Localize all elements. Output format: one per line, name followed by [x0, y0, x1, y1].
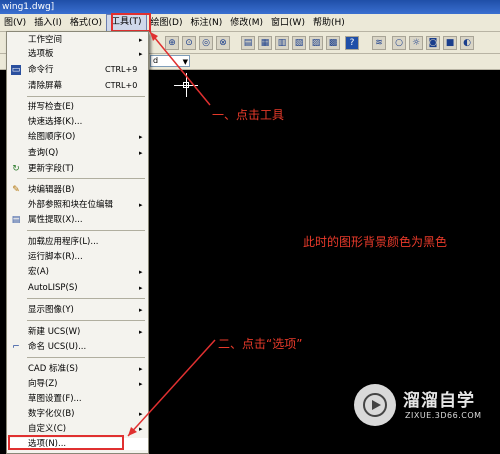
sheet-set-icon[interactable]: ▧: [292, 36, 306, 50]
tool-palette-icon[interactable]: ▥: [275, 36, 289, 50]
style-combo[interactable]: d ▼: [150, 55, 190, 67]
markup-icon[interactable]: ▨: [309, 36, 323, 50]
annotation-step1: 一、点击工具: [212, 108, 285, 122]
attribute-extract-icon: ▤: [11, 215, 21, 225]
menu-modify[interactable]: 修改(M): [226, 15, 267, 31]
menu-item-macro[interactable]: 宏(A) ▸: [7, 266, 148, 278]
menu-item-xref-edit[interactable]: 外部参照和块在位编辑 ▸: [7, 199, 148, 211]
menu-separator: [27, 178, 145, 179]
zoom-icon[interactable]: ⊕: [165, 36, 179, 50]
menu-item-drafting-settings[interactable]: 草图设置(F)...: [7, 393, 148, 405]
menu-item-command-line[interactable]: ▭ 命令行 CTRL+9: [7, 64, 148, 76]
menu-bar: 图(V) 插入(I) 格式(O) 工具(T) 绘图(D) 标注(N) 修改(M)…: [0, 13, 500, 32]
layer-manager-icon[interactable]: ≋: [372, 36, 386, 50]
menu-item-clean-screen[interactable]: 清除屏幕 CTRL+0: [7, 80, 148, 92]
properties-icon[interactable]: ▤: [241, 36, 255, 50]
menu-item-update-fields[interactable]: ↻ 更新字段(T): [7, 163, 148, 175]
menu-item-inquiry[interactable]: 查询(Q) ▸: [7, 147, 148, 159]
help-icon[interactable]: ?: [345, 36, 359, 50]
chevron-down-icon: ▼: [182, 58, 188, 66]
submenu-arrow-icon: ▸: [139, 425, 143, 433]
calculator-icon[interactable]: ▩: [326, 36, 340, 50]
watermark-brand: 溜溜自学: [403, 391, 475, 411]
menu-help[interactable]: 帮助(H): [309, 15, 349, 31]
menu-item-display-image[interactable]: 显示图像(Y) ▸: [7, 304, 148, 316]
zoom-previous-icon[interactable]: ◎: [199, 36, 213, 50]
tools-dropdown-menu: 工作空间 ▸ 选项板 ▸ ▭ 命令行 CTRL+9 清除屏幕 CTRL+0 拼写…: [6, 31, 149, 454]
submenu-arrow-icon: ▸: [139, 149, 143, 157]
sun-icon[interactable]: ☼: [409, 36, 423, 50]
menu-item-quick-select[interactable]: 快速选择(K)...: [7, 116, 148, 128]
window-title: wing1.dwg]: [0, 0, 500, 14]
watermark-site: ZIXUE.3D66.COM: [405, 411, 482, 420]
submenu-arrow-icon: ▸: [139, 284, 143, 292]
zoom-realtime-icon[interactable]: ⊗: [216, 36, 230, 50]
color-swatch-icon[interactable]: ■: [443, 36, 457, 50]
annotation-background-note: 此时的图形背景颜色为黑色: [303, 235, 448, 249]
menu-item-new-ucs[interactable]: 新建 UCS(W) ▸: [7, 326, 148, 338]
menu-separator: [27, 230, 145, 231]
menu-item-draw-order[interactable]: 绘图顺序(O) ▸: [7, 131, 148, 143]
menu-item-tablet[interactable]: 数字化仪(B) ▸: [7, 408, 148, 420]
submenu-arrow-icon: ▸: [139, 268, 143, 276]
menu-item-attribute-extract[interactable]: ▤ 属性提取(X)...: [7, 214, 148, 226]
menu-separator: [27, 298, 145, 299]
submenu-arrow-icon: ▸: [139, 410, 143, 418]
layer-state-icon[interactable]: ◐: [460, 36, 474, 50]
submenu-arrow-icon: ▸: [139, 328, 143, 336]
menu-insert[interactable]: 插入(I): [30, 15, 66, 31]
submenu-arrow-icon: ▸: [139, 36, 143, 44]
submenu-arrow-icon: ▸: [139, 365, 143, 373]
menu-view[interactable]: 图(V): [0, 15, 30, 31]
menu-item-options[interactable]: 选项(N)...: [7, 438, 148, 450]
menu-draw[interactable]: 绘图(D): [147, 15, 187, 31]
menu-item-run-script[interactable]: 运行脚本(R)...: [7, 251, 148, 263]
crosshair-pickbox: [183, 82, 189, 88]
menu-item-spell-check[interactable]: 拼写检查(E): [7, 101, 148, 113]
ucs-icon: ⌐: [12, 342, 20, 352]
menu-item-block-editor[interactable]: ✎ 块编辑器(B): [7, 184, 148, 196]
menu-separator: [27, 96, 145, 97]
submenu-arrow-icon: ▸: [139, 380, 143, 388]
menu-format[interactable]: 格式(O): [66, 15, 106, 31]
menu-separator: [27, 357, 145, 358]
submenu-arrow-icon: ▸: [139, 306, 143, 314]
watermark-logo-icon: [354, 384, 396, 426]
submenu-arrow-icon: ▸: [139, 50, 143, 58]
annotation-step2: 二、点击“选项”: [218, 337, 303, 351]
menu-separator: [27, 320, 145, 321]
lightbulb-icon[interactable]: ○: [392, 36, 406, 50]
menu-item-workspaces[interactable]: 工作空间 ▸: [7, 34, 148, 46]
zoom-window-icon[interactable]: ⊙: [182, 36, 196, 50]
submenu-arrow-icon: ▸: [139, 201, 143, 209]
menu-item-load-application[interactable]: 加载应用程序(L)...: [7, 236, 148, 248]
menu-window[interactable]: 窗口(W): [267, 15, 309, 31]
menu-tools[interactable]: 工具(T): [105, 13, 147, 32]
design-center-icon[interactable]: ▦: [258, 36, 272, 50]
menu-item-autolisp[interactable]: AutoLISP(S) ▸: [7, 282, 148, 294]
menu-item-palettes[interactable]: 选项板 ▸: [7, 48, 148, 60]
menu-item-wizards[interactable]: 向导(Z) ▸: [7, 378, 148, 390]
style-combo-value: d: [153, 56, 159, 65]
command-line-icon: ▭: [11, 65, 21, 75]
submenu-arrow-icon: ▸: [139, 133, 143, 141]
menu-dimension[interactable]: 标注(N): [186, 15, 226, 31]
menu-item-cad-standards[interactable]: CAD 标准(S) ▸: [7, 363, 148, 375]
menu-item-named-ucs[interactable]: ⌐ 命名 UCS(U)...: [7, 341, 148, 353]
block-editor-icon: ✎: [12, 185, 20, 195]
menu-item-customize[interactable]: 自定义(C) ▸: [7, 423, 148, 435]
lock-icon[interactable]: ◙: [426, 36, 440, 50]
update-fields-icon: ↻: [12, 164, 20, 174]
